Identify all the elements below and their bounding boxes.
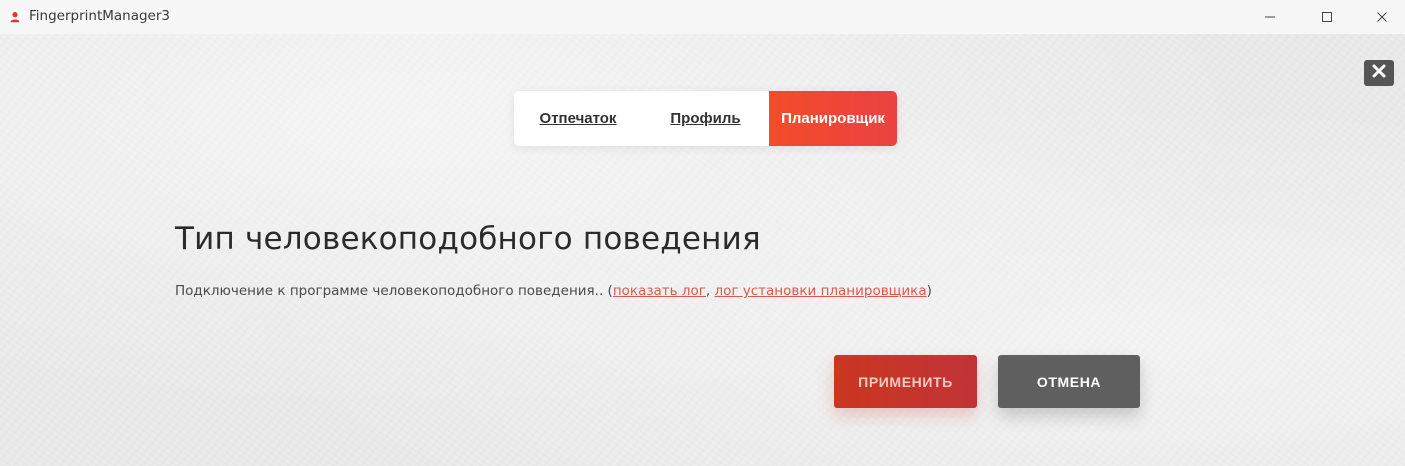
tab-bar: Отпечаток Профиль Планировщик <box>514 91 897 146</box>
tab-fingerprint[interactable]: Отпечаток <box>514 91 642 146</box>
window-title: FingerprintManager3 <box>29 8 170 24</box>
tab-scheduler[interactable]: Планировщик <box>769 91 897 146</box>
minimize-icon <box>1264 8 1276 27</box>
title-bar: FingerprintManager3 <box>0 0 1405 34</box>
status-text: Подключение к программе человекоподобног… <box>175 283 604 299</box>
show-log-link[interactable]: показать лог <box>613 283 706 299</box>
apply-button[interactable]: ПРИМЕНИТЬ <box>834 355 977 408</box>
window-close-button[interactable] <box>1359 0 1405 34</box>
maximize-button[interactable] <box>1304 0 1350 34</box>
page-title: Тип человекоподобного поведения <box>175 221 761 257</box>
tab-profile[interactable]: Профиль <box>642 91 769 146</box>
cancel-button[interactable]: ОТМЕНА <box>998 355 1140 408</box>
close-icon <box>1376 8 1388 27</box>
minimize-button[interactable] <box>1247 0 1293 34</box>
panel-close-button[interactable] <box>1364 60 1394 86</box>
app-person-icon <box>8 9 22 24</box>
status-line: Подключение к программе человекоподобног… <box>175 283 932 299</box>
install-log-link[interactable]: лог установки планировщика <box>714 283 926 299</box>
main-content: Отпечаток Профиль Планировщик Тип челове… <box>0 34 1405 466</box>
paren-close: ) <box>926 283 932 299</box>
close-x-icon <box>1371 63 1387 83</box>
maximize-icon <box>1321 8 1333 27</box>
